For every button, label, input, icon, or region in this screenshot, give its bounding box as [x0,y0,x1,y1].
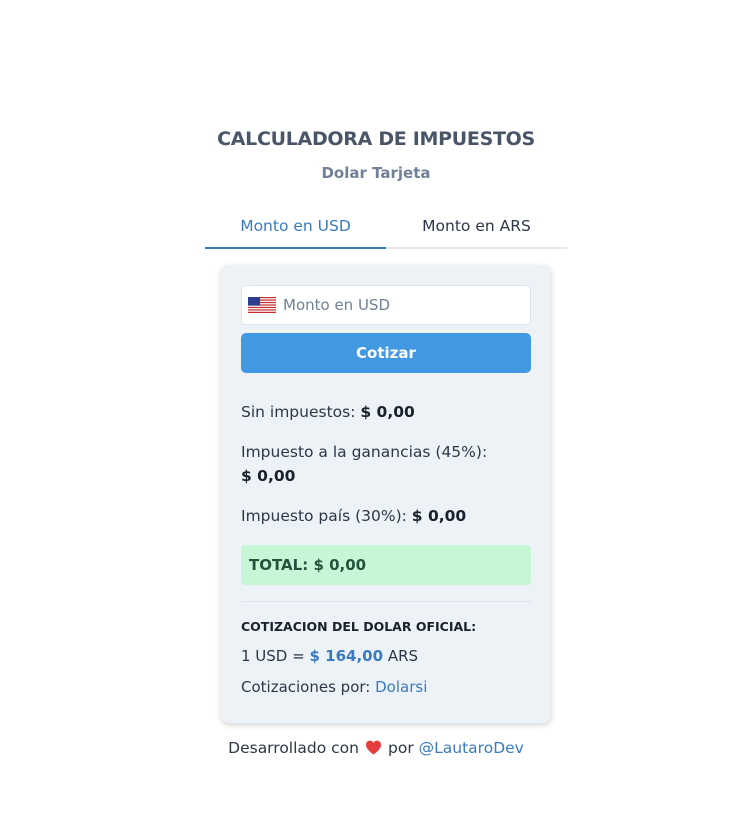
dolarsi-link[interactable]: Dolarsi [375,678,427,696]
total-label: TOTAL: [249,556,309,574]
heart-icon [366,740,381,755]
impuesto-pais-label: Impuesto país (30%): [241,507,407,525]
footer-middle: por [388,739,414,757]
cotizacion-heading: COTIZACION DEL DOLAR OFICIAL: [241,619,477,634]
page-title: CALCULADORA DE IMPUESTOS [217,128,535,150]
rate-suffix: ARS [387,647,419,665]
ganancias-row: Impuesto a la ganancias (45%): $ 0,00 [241,440,531,488]
amount-field [241,285,531,325]
source-label: Cotizaciones por: [241,678,371,696]
impuesto-pais-value: $ 0,00 [411,507,467,525]
footer-prefix: Desarrollado con [228,739,359,757]
rate-prefix: 1 USD = [241,647,305,665]
amount-input[interactable] [283,296,523,314]
sin-impuestos-label: Sin impuestos: [241,403,356,421]
rate-value: $ 164,00 [309,647,384,665]
author-link[interactable]: @LautaroDev [419,739,524,757]
divider [241,601,531,602]
tab-bar: Monto en USD Monto en ARS [205,206,567,249]
us-flag-icon [248,297,276,313]
cotizacion-rate: 1 USD = $ 164,00 ARS [241,647,418,665]
tab-monto-usd[interactable]: Monto en USD [205,206,386,249]
total-value: $ 0,00 [313,556,367,574]
impuesto-pais-row: Impuesto país (30%): $ 0,00 [241,504,531,528]
sin-impuestos-row: Sin impuestos: $ 0,00 [241,400,531,424]
calculator-card: Cotizar Sin impuestos: $ 0,00 Impuesto a… [221,265,551,723]
total-box: TOTAL: $ 0,00 [241,545,531,585]
footer: Desarrollado con por @LautaroDev [0,739,752,757]
ganancias-label: Impuesto a la ganancias (45%): [241,443,488,461]
sin-impuestos-value: $ 0,00 [360,403,415,421]
cotizar-button[interactable]: Cotizar [241,333,531,373]
cotizacion-source: Cotizaciones por: Dolarsi [241,678,427,696]
tab-monto-ars[interactable]: Monto en ARS [386,206,567,247]
page-subtitle: Dolar Tarjeta [321,164,431,182]
ganancias-value: $ 0,00 [241,467,296,485]
